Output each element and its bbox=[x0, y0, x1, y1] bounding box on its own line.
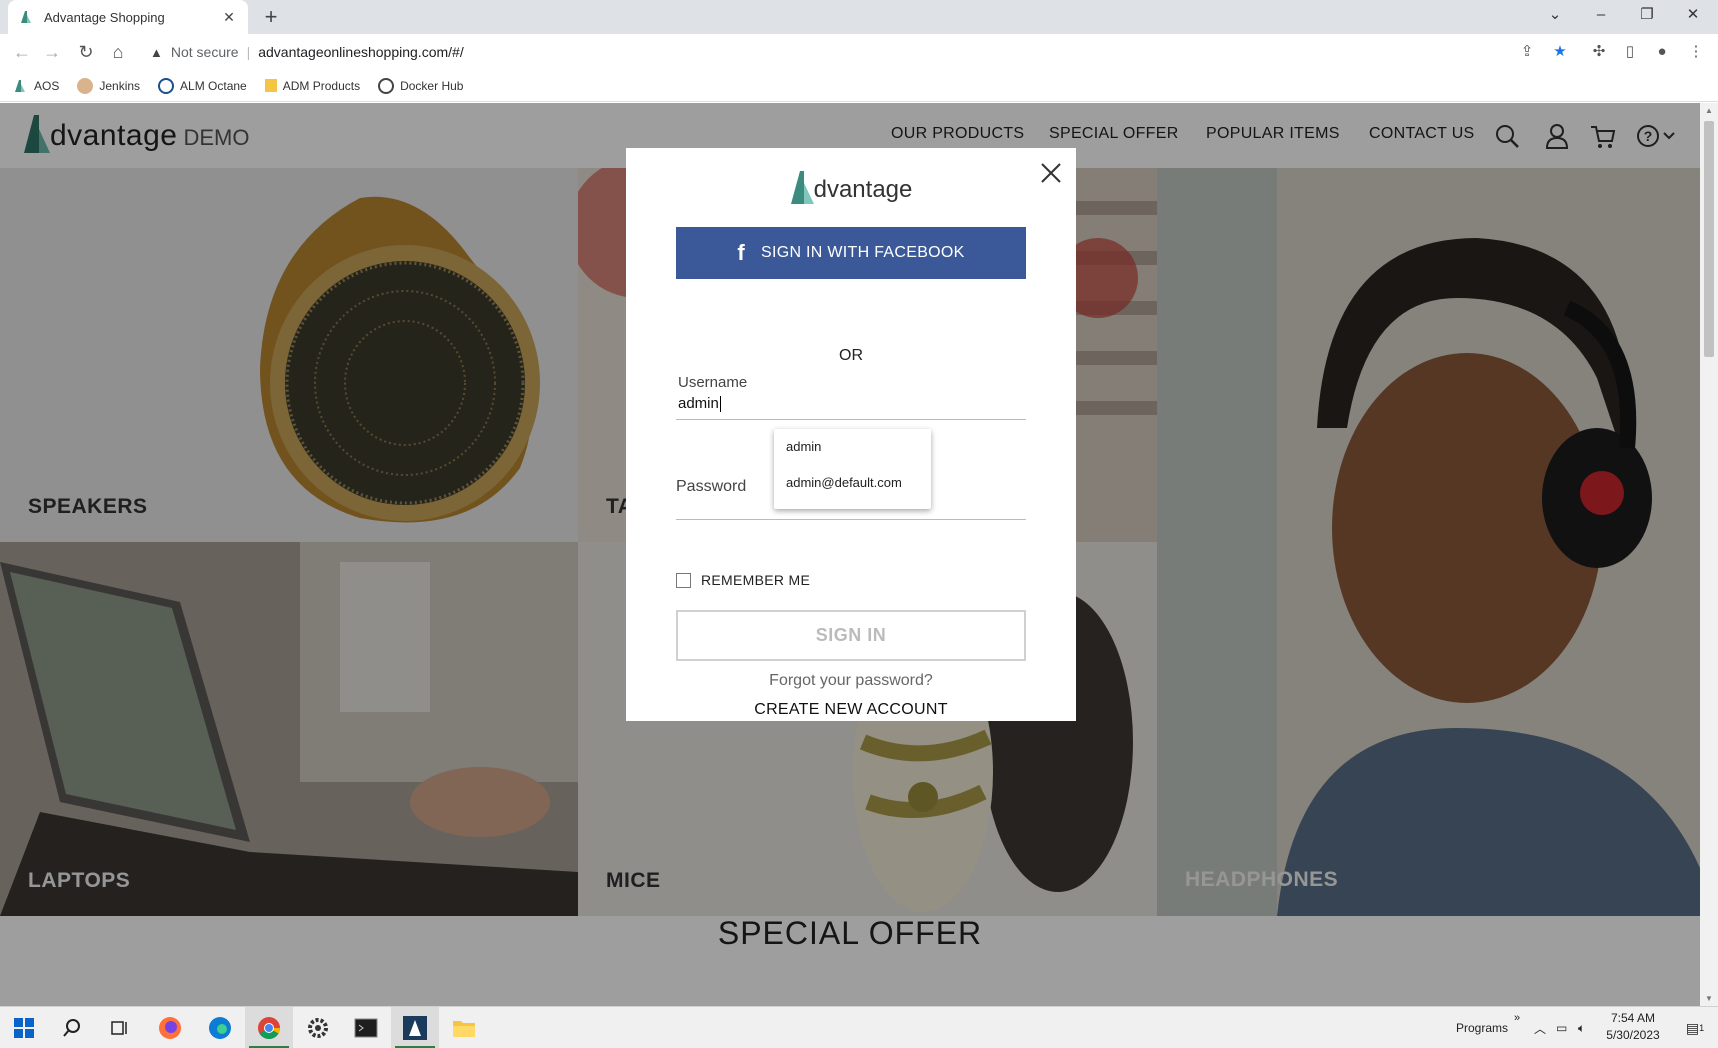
url-text: advantageonlineshopping.com/#/ bbox=[258, 44, 464, 60]
bookmark-aos[interactable]: AOS bbox=[12, 78, 59, 94]
share-icon[interactable]: ⇪ bbox=[1515, 40, 1539, 64]
firefox-icon[interactable] bbox=[146, 1007, 194, 1048]
forgot-password-link[interactable]: Forgot your password? bbox=[626, 672, 1076, 690]
system-clock[interactable]: 7:54 AM 5/30/2023 bbox=[1598, 1010, 1668, 1044]
bookmark-label: ADM Products bbox=[282, 78, 361, 93]
reload-icon[interactable]: ↻ bbox=[74, 40, 98, 64]
side-panel-icon[interactable]: ▯ bbox=[1618, 40, 1642, 64]
text-caret bbox=[719, 395, 721, 412]
modal-logo-text: dvantage bbox=[813, 176, 913, 203]
autocomplete-dropdown: admin admin@default.com bbox=[774, 429, 931, 509]
minimize-icon[interactable]: – bbox=[1578, 0, 1624, 30]
jenkins-icon bbox=[77, 77, 94, 94]
username-label: Username bbox=[678, 374, 748, 391]
notification-icon: ▤ bbox=[1685, 1019, 1700, 1036]
notification-center[interactable]: ▤ 1 bbox=[1680, 1007, 1710, 1048]
scroll-up-icon[interactable]: ▲ bbox=[1704, 106, 1714, 115]
bookmark-jenkins[interactable]: Jenkins bbox=[77, 77, 141, 94]
bookmark-star-icon[interactable]: ★ bbox=[1548, 40, 1572, 64]
scroll-thumb[interactable] bbox=[1704, 121, 1714, 357]
tab-search-chevron-icon[interactable]: ⌄ bbox=[1532, 0, 1578, 30]
tray-overflow-icon[interactable]: ︿ bbox=[1534, 1007, 1546, 1048]
username-field[interactable]: Username admin bbox=[676, 374, 1026, 420]
start-button[interactable] bbox=[0, 1007, 48, 1048]
remember-me[interactable]: REMEMBER ME bbox=[676, 572, 810, 588]
clock-time: 7:54 AM bbox=[1610, 1011, 1656, 1025]
windows-taskbar: Programs » ︿ ▭ 🔈︎ 7:54 AM 5/30/2023 ▤ 1 bbox=[0, 1006, 1718, 1048]
bookmarks-bar: AOS Jenkins ALM Octane ADM Products Dock… bbox=[0, 70, 1718, 102]
autocomplete-item[interactable]: admin@default.com bbox=[774, 465, 931, 501]
windows-logo-icon bbox=[14, 1018, 34, 1038]
browser-menu-icon[interactable]: ⋮ bbox=[1684, 40, 1708, 64]
bookmark-label: Jenkins bbox=[99, 78, 141, 93]
autocomplete-item[interactable]: admin bbox=[774, 429, 931, 465]
network-icon[interactable]: ▭ bbox=[1556, 1007, 1567, 1048]
octane-icon bbox=[158, 77, 175, 94]
aos-logo-icon bbox=[15, 79, 25, 92]
bookmark-alm-octane[interactable]: ALM Octane bbox=[158, 77, 247, 94]
browser-tab[interactable]: Advantage Shopping ✕ bbox=[8, 0, 248, 34]
page-scrollbar[interactable]: ▲ ▼ bbox=[1700, 103, 1718, 1006]
address-separator: | bbox=[246, 44, 251, 60]
new-tab-icon[interactable]: + bbox=[258, 4, 284, 30]
forward-icon[interactable]: → bbox=[40, 40, 64, 64]
facebook-icon: f bbox=[737, 240, 745, 265]
settings-gear-icon[interactable] bbox=[294, 1007, 342, 1048]
scroll-down-icon[interactable]: ▼ bbox=[1704, 994, 1714, 1003]
volume-icon[interactable]: 🔈︎ bbox=[1578, 1007, 1585, 1048]
or-divider: OR bbox=[839, 347, 863, 364]
profile-icon[interactable]: ● bbox=[1650, 40, 1674, 64]
browser-toolbar: ← → ↻ ⌂ ▲ Not secure | advantageonlinesh… bbox=[0, 34, 1718, 70]
edge-icon[interactable] bbox=[196, 1007, 244, 1048]
bookmark-docker-hub[interactable]: Docker Hub bbox=[378, 77, 464, 94]
bookmark-adm-products[interactable]: ADM Products bbox=[264, 78, 361, 93]
bookmark-label: ALM Octane bbox=[180, 78, 247, 93]
tab-title: Advantage Shopping bbox=[44, 9, 165, 25]
folder-icon bbox=[264, 79, 277, 92]
extensions-icon[interactable]: ✣ bbox=[1587, 40, 1611, 64]
search-taskbar-icon[interactable] bbox=[48, 1007, 96, 1048]
sign-in-button[interactable]: SIGN IN bbox=[676, 610, 1026, 661]
facebook-button-label: SIGN IN WITH FACEBOOK bbox=[760, 244, 965, 261]
address-bar[interactable]: ▲ Not secure | advantageonlineshopping.c… bbox=[140, 37, 1580, 67]
docker-icon bbox=[378, 77, 395, 94]
bookmark-label: Docker Hub bbox=[400, 78, 464, 93]
remember-me-label: REMEMBER ME bbox=[701, 572, 811, 588]
username-value: admin bbox=[678, 395, 719, 412]
notification-count: 1 bbox=[1699, 1023, 1705, 1033]
close-window-icon[interactable]: ✕ bbox=[1670, 0, 1716, 30]
task-view-icon[interactable] bbox=[96, 1007, 144, 1048]
home-icon[interactable]: ⌂ bbox=[106, 40, 130, 64]
page-viewport: dvantage DEMO OUR PRODUCTS SPECIAL OFFER… bbox=[0, 103, 1700, 1006]
security-status: Not secure bbox=[170, 44, 239, 60]
facebook-signin-button[interactable]: f SIGN IN WITH FACEBOOK bbox=[676, 227, 1026, 279]
login-modal: dvantage f SIGN IN WITH FACEBOOK OR User… bbox=[626, 148, 1076, 721]
create-account-link[interactable]: CREATE NEW ACCOUNT bbox=[626, 701, 1076, 719]
bookmark-label: AOS bbox=[34, 78, 60, 93]
file-explorer-icon[interactable] bbox=[440, 1007, 488, 1048]
tab-strip: Advantage Shopping ✕ + ⌄ – ❐ ✕ bbox=[0, 0, 1718, 34]
programs-toolbar[interactable]: Programs bbox=[1456, 1007, 1508, 1048]
terminal-icon[interactable] bbox=[342, 1007, 390, 1048]
programs-expand-icon[interactable]: » bbox=[1514, 997, 1520, 1039]
aos-favicon-icon bbox=[21, 11, 31, 23]
modal-logo: dvantage bbox=[626, 170, 1076, 204]
aos-app-icon[interactable] bbox=[391, 1007, 439, 1048]
clock-date: 5/30/2023 bbox=[1606, 1028, 1660, 1042]
tab-close-icon[interactable]: ✕ bbox=[220, 9, 238, 26]
warning-icon: ▲ bbox=[150, 44, 163, 60]
back-icon[interactable]: ← bbox=[10, 40, 34, 64]
advantage-a-icon bbox=[790, 171, 814, 204]
remember-me-checkbox[interactable] bbox=[676, 572, 691, 588]
chrome-icon[interactable] bbox=[245, 1007, 293, 1048]
restore-icon[interactable]: ❐ bbox=[1624, 0, 1670, 30]
